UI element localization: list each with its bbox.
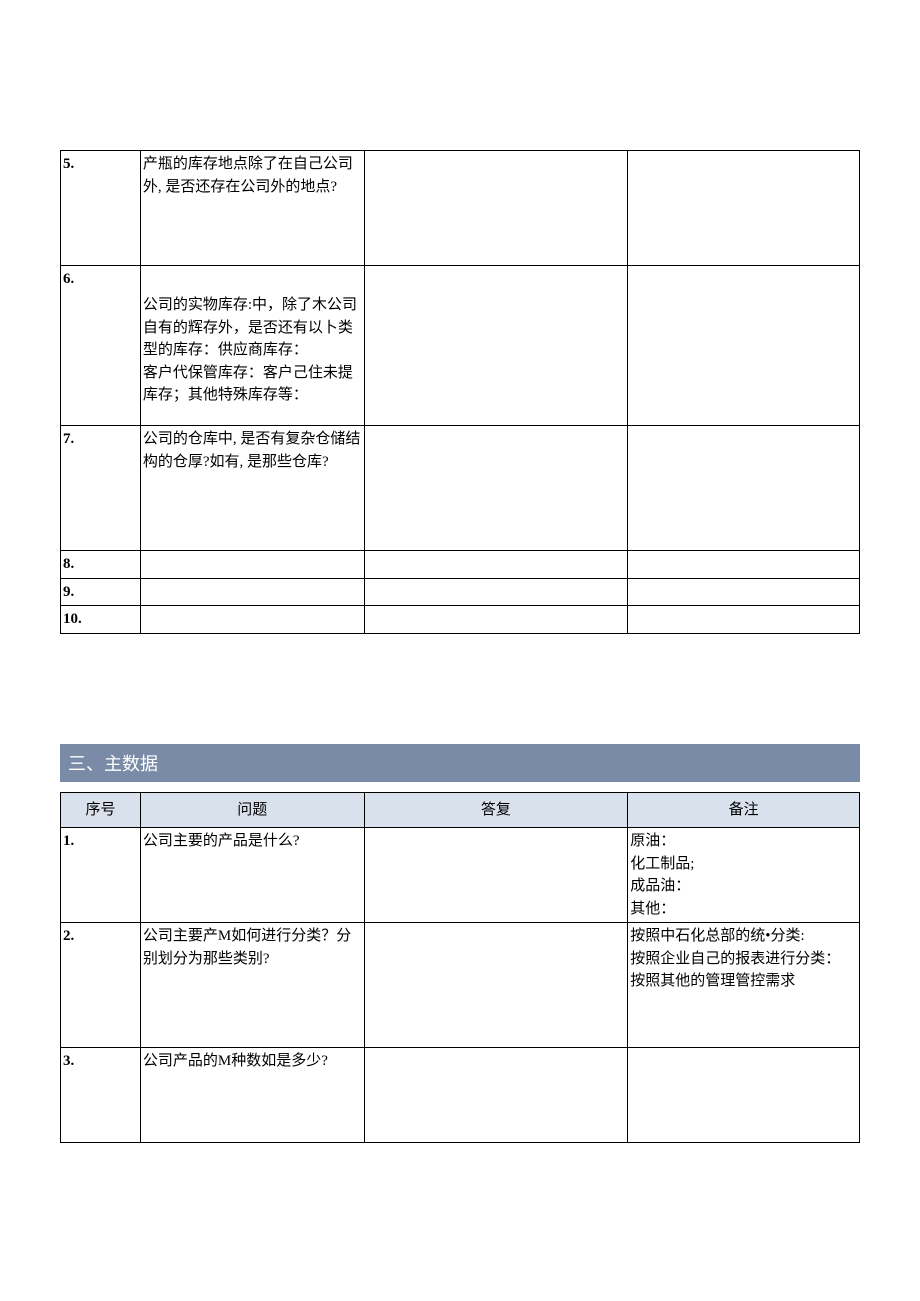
table-row: 5. 产瓶的库存地点除了在自己公司外, 是否还存在公司外的地点? [61,151,860,266]
row-index: 1. [61,828,141,923]
row-answer [364,606,628,634]
row-question: 公司的实物库存:中，除了木公司自有的辉存外，是否还有以卜类型的库存：供应商库存：… [140,266,364,426]
row-remark [628,1048,860,1143]
row-index: 7. [61,426,141,551]
row-answer [364,266,628,426]
col-header-answer: 答复 [364,792,628,828]
row-remark: 按照中石化总部的统•分类:按照企业自己的报表进行分类：按照其他的管理管控需求 [628,923,860,1048]
row-answer [364,923,628,1048]
row-question: 公司的仓库中, 是否有复杂仓储结构的仓厚?如有, 是那些仓库? [140,426,364,551]
row-question [140,606,364,634]
row-question [140,578,364,606]
row-answer [364,1048,628,1143]
table-row: 7. 公司的仓库中, 是否有复杂仓储结构的仓厚?如有, 是那些仓库? [61,426,860,551]
row-remark [628,426,860,551]
table-org-structure-continued: 5. 产瓶的库存地点除了在自己公司外, 是否还存在公司外的地点? 6. 公司的实… [60,150,860,634]
table-row: 6. 公司的实物库存:中，除了木公司自有的辉存外，是否还有以卜类型的库存：供应商… [61,266,860,426]
row-answer [364,426,628,551]
row-index: 3. [61,1048,141,1143]
section-title: 三、主数据 [60,744,860,782]
document-page: 5. 产瓶的库存地点除了在自己公司外, 是否还存在公司外的地点? 6. 公司的实… [0,0,920,1223]
col-header-index: 序号 [61,792,141,828]
row-remark [628,266,860,426]
row-index: 6. [61,266,141,426]
row-remark: 原油：化工制品;成品油：其他： [628,828,860,923]
table-header-row: 序号 问题 答复 备注 [61,792,860,828]
col-header-question: 问题 [140,792,364,828]
row-index: 9. [61,578,141,606]
table-row: 2. 公司主要产M如何进行分类？分别划分为那些类别? 按照中石化总部的统•分类:… [61,923,860,1048]
row-question: 产瓶的库存地点除了在自己公司外, 是否还存在公司外的地点? [140,151,364,266]
row-answer [364,151,628,266]
row-remark [628,578,860,606]
table-row: 1. 公司主要的产品是什么? 原油：化工制品;成品油：其他： [61,828,860,923]
table-row: 9. [61,578,860,606]
row-answer [364,551,628,579]
row-remark [628,606,860,634]
row-remark [628,551,860,579]
table-row: 3. 公司产品的M种数如是多少? [61,1048,860,1143]
row-answer [364,828,628,923]
row-index: 5. [61,151,141,266]
row-index: 10. [61,606,141,634]
row-question: 公司产品的M种数如是多少? [140,1048,364,1143]
col-header-remark: 备注 [628,792,860,828]
table-master-data: 序号 问题 答复 备注 1. 公司主要的产品是什么? 原油：化工制品;成品油：其… [60,792,860,1144]
row-question [140,551,364,579]
row-index: 8. [61,551,141,579]
row-answer [364,578,628,606]
row-question: 公司主要产M如何进行分类？分别划分为那些类别? [140,923,364,1048]
table-row: 10. [61,606,860,634]
row-question: 公司主要的产品是什么? [140,828,364,923]
row-index: 2. [61,923,141,1048]
row-remark [628,151,860,266]
table-row: 8. [61,551,860,579]
